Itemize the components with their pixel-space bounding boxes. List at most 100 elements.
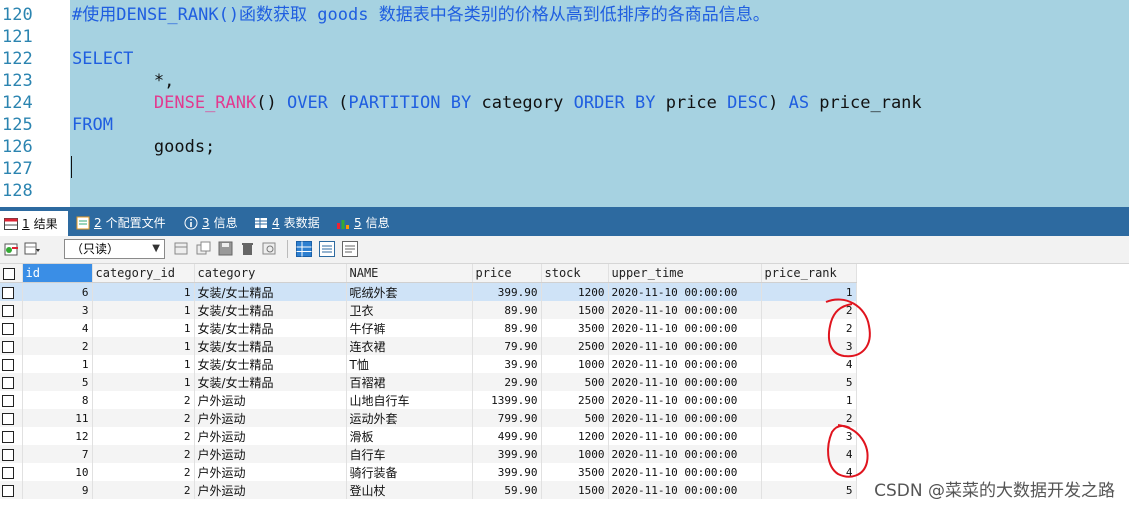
cell-price[interactable]: 399.90 (472, 445, 542, 463)
table-row[interactable]: 1 1 女装/女士精品 T恤 39.90 1000 2020-11-10 00:00:00 4 (0, 355, 857, 373)
row-checkbox[interactable] (0, 319, 23, 337)
grid-view-icon[interactable] (296, 241, 312, 257)
cell-stock[interactable]: 1200 (541, 282, 609, 301)
cell-upper-time[interactable]: 2020-11-10 00:00:00 (608, 337, 762, 355)
cell-upper-time[interactable]: 2020-11-10 00:00:00 (608, 301, 762, 319)
cell-price-rank[interactable]: 4 (761, 355, 857, 373)
cell-price[interactable]: 29.90 (472, 373, 542, 391)
table-row[interactable]: 11 2 户外运动 运动外套 799.90 500 2020-11-10 00:00:00 2 (0, 409, 857, 427)
cell-category[interactable]: 女装/女士精品 (194, 373, 347, 391)
cell-category[interactable]: 女装/女士精品 (194, 319, 347, 337)
cell-stock[interactable]: 500 (541, 409, 609, 427)
cell-id[interactable]: 12 (22, 427, 93, 445)
table-row[interactable]: 7 2 户外运动 自行车 399.90 1000 2020-11-10 00:00:00 4 (0, 445, 857, 463)
cell-stock[interactable]: 2500 (541, 391, 609, 409)
cell-stock[interactable]: 1000 (541, 445, 609, 463)
cell-upper-time[interactable]: 2020-11-10 00:00:00 (608, 427, 762, 445)
cell-category-id[interactable]: 2 (92, 481, 195, 499)
cell-stock[interactable]: 3500 (541, 319, 609, 337)
column-header-id[interactable]: id (22, 264, 93, 283)
cell-price-rank[interactable]: 3 (761, 337, 857, 355)
export-icon[interactable] (4, 241, 20, 257)
save-icon[interactable] (218, 241, 234, 257)
tab-profiles[interactable]: 2 个配置文件 (72, 210, 176, 236)
cell-category[interactable]: 户外运动 (194, 463, 347, 481)
cell-price[interactable]: 79.90 (472, 337, 542, 355)
result-grid[interactable]: id category_id category NAME price stock… (0, 264, 860, 499)
cell-category-id[interactable]: 1 (92, 282, 195, 301)
cell-upper-time[interactable]: 2020-11-10 00:00:00 (608, 481, 762, 499)
column-header-category-id[interactable]: category_id (92, 264, 195, 283)
table-row[interactable]: 4 1 女装/女士精品 牛仔裤 89.90 3500 2020-11-10 00:00:00… (0, 319, 857, 337)
cell-id[interactable]: 4 (22, 319, 93, 337)
cell-category[interactable]: 户外运动 (194, 445, 347, 463)
tab-table-data[interactable]: 4 表数据 (250, 210, 326, 236)
table-row[interactable]: 3 1 女装/女士精品 卫衣 89.90 1500 2020-11-10 00:00:00 2 (0, 301, 857, 319)
cell-name[interactable]: 卫衣 (346, 301, 473, 319)
duplicate-row-icon[interactable] (196, 241, 212, 257)
cell-id[interactable]: 9 (22, 481, 93, 499)
cell-stock[interactable]: 2500 (541, 337, 609, 355)
cell-price[interactable]: 399.90 (472, 282, 542, 301)
cell-name[interactable]: 滑板 (346, 427, 473, 445)
cell-name[interactable]: 登山杖 (346, 481, 473, 499)
cell-name[interactable]: 百褶裙 (346, 373, 473, 391)
row-checkbox[interactable] (0, 391, 23, 409)
cell-price-rank[interactable]: 2 (761, 319, 857, 337)
column-header-price-rank[interactable]: price_rank (761, 264, 857, 283)
cell-price-rank[interactable]: 5 (761, 481, 857, 499)
grid-options-icon[interactable] (24, 241, 40, 257)
cell-name[interactable]: 牛仔裤 (346, 319, 473, 337)
cell-price[interactable]: 89.90 (472, 319, 542, 337)
cell-category-id[interactable]: 2 (92, 427, 195, 445)
cell-category[interactable]: 户外运动 (194, 409, 347, 427)
cell-category-id[interactable]: 2 (92, 409, 195, 427)
cell-upper-time[interactable]: 2020-11-10 00:00:00 (608, 355, 762, 373)
cell-stock[interactable]: 1200 (541, 427, 609, 445)
cell-category-id[interactable]: 2 (92, 391, 195, 409)
cell-price-rank[interactable]: 3 (761, 427, 857, 445)
row-checkbox[interactable] (0, 355, 23, 373)
cell-upper-time[interactable]: 2020-11-10 00:00:00 (608, 445, 762, 463)
cell-price[interactable]: 1399.90 (472, 391, 542, 409)
cell-category[interactable]: 女装/女士精品 (194, 337, 347, 355)
cell-price-rank[interactable]: 2 (761, 409, 857, 427)
grid-mode-select[interactable]: （只读） ▼ (64, 239, 165, 259)
cell-price[interactable]: 399.90 (472, 463, 542, 481)
insert-row-icon[interactable] (174, 241, 190, 257)
row-checkbox[interactable] (0, 337, 23, 355)
cell-id[interactable]: 8 (22, 391, 93, 409)
column-header-price[interactable]: price (472, 264, 542, 283)
table-row[interactable]: 12 2 户外运动 滑板 499.90 1200 2020-11-10 00:00:00 3 (0, 427, 857, 445)
cell-stock[interactable]: 3500 (541, 463, 609, 481)
column-header-category[interactable]: category (194, 264, 347, 283)
cell-price[interactable]: 59.90 (472, 481, 542, 499)
select-all-checkbox[interactable] (0, 264, 23, 283)
table-row[interactable]: 8 2 户外运动 山地自行车 1399.90 2500 2020-11-10 00:00:0… (0, 391, 857, 409)
cell-name[interactable]: 呢绒外套 (346, 282, 473, 301)
tab-info-2[interactable]: 5 信息 (332, 210, 396, 236)
cell-id[interactable]: 10 (22, 463, 93, 481)
table-row[interactable]: 9 2 户外运动 登山杖 59.90 1500 2020-11-10 00:00:00 5 (0, 481, 857, 499)
table-row[interactable]: 10 2 户外运动 骑行装备 399.90 3500 2020-11-10 00:00:00… (0, 463, 857, 481)
cell-id[interactable]: 7 (22, 445, 93, 463)
cell-stock[interactable]: 1000 (541, 355, 609, 373)
cell-price-rank[interactable]: 1 (761, 282, 857, 301)
cell-upper-time[interactable]: 2020-11-10 00:00:00 (608, 409, 762, 427)
cell-category[interactable]: 女装/女士精品 (194, 301, 347, 319)
row-checkbox[interactable] (0, 427, 23, 445)
column-header-name[interactable]: NAME (346, 264, 473, 283)
cell-name[interactable]: 骑行装备 (346, 463, 473, 481)
table-row[interactable]: 6 1 女装/女士精品 呢绒外套 399.90 1200 2020-11-10 00:00:… (0, 282, 857, 301)
row-checkbox[interactable] (0, 445, 23, 463)
text-view-icon[interactable] (342, 241, 358, 257)
cell-name[interactable]: 运动外套 (346, 409, 473, 427)
cell-id[interactable]: 1 (22, 355, 93, 373)
cell-price[interactable]: 499.90 (472, 427, 542, 445)
cell-category[interactable]: 女装/女士精品 (194, 282, 347, 301)
cell-stock[interactable]: 1500 (541, 481, 609, 499)
revert-icon[interactable] (262, 241, 278, 257)
row-checkbox[interactable] (0, 409, 23, 427)
table-row[interactable]: 2 1 女装/女士精品 连衣裙 79.90 2500 2020-11-10 00:00:00… (0, 337, 857, 355)
tab-results[interactable]: 1 结果 (0, 211, 68, 236)
